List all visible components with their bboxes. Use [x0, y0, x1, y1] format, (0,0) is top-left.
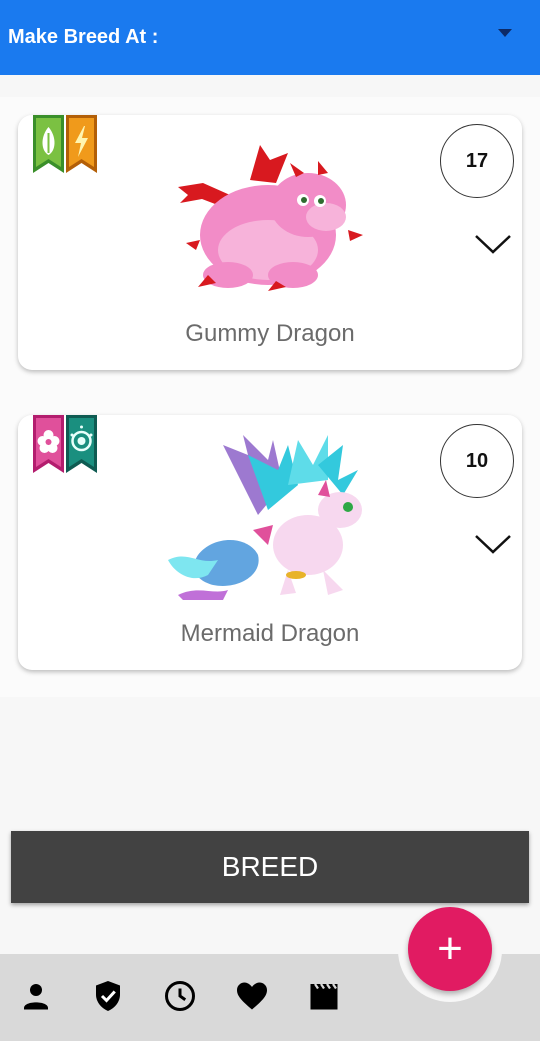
- electric-element-icon: [66, 115, 97, 173]
- level-badge: 17: [440, 124, 514, 198]
- movie-clapper-icon[interactable]: [306, 978, 342, 1014]
- heart-icon[interactable]: [234, 978, 270, 1014]
- person-icon[interactable]: [18, 978, 54, 1014]
- breed-button[interactable]: BREED: [11, 831, 529, 903]
- pure-element-icon: [66, 415, 97, 473]
- mermaid-dragon-image: [168, 435, 362, 600]
- clock-icon[interactable]: [162, 978, 198, 1014]
- chevron-down-icon[interactable]: [474, 233, 512, 255]
- plant-element-icon: [33, 115, 64, 173]
- element-badges: [33, 115, 97, 173]
- add-fab-button[interactable]: +: [408, 907, 492, 991]
- chevron-down-icon[interactable]: [474, 533, 512, 555]
- level-badge: 10: [440, 424, 514, 498]
- flower-element-icon: [33, 415, 64, 473]
- dragon-name: Gummy Dragon: [185, 320, 355, 347]
- breed-location-label: Make Breed At :: [8, 26, 159, 48]
- shield-check-icon[interactable]: [90, 978, 126, 1014]
- dragon-card[interactable]: 10 Mermaid Dragon: [18, 415, 522, 670]
- dragon-name: Mermaid Dragon: [180, 620, 360, 647]
- gummy-dragon-image: [178, 145, 363, 291]
- dragon-card[interactable]: 17 Gummy Dragon: [18, 115, 522, 370]
- top-app-bar: Make Breed At :: [0, 0, 540, 75]
- element-badges: [33, 415, 97, 473]
- caret-down-icon[interactable]: [498, 29, 512, 37]
